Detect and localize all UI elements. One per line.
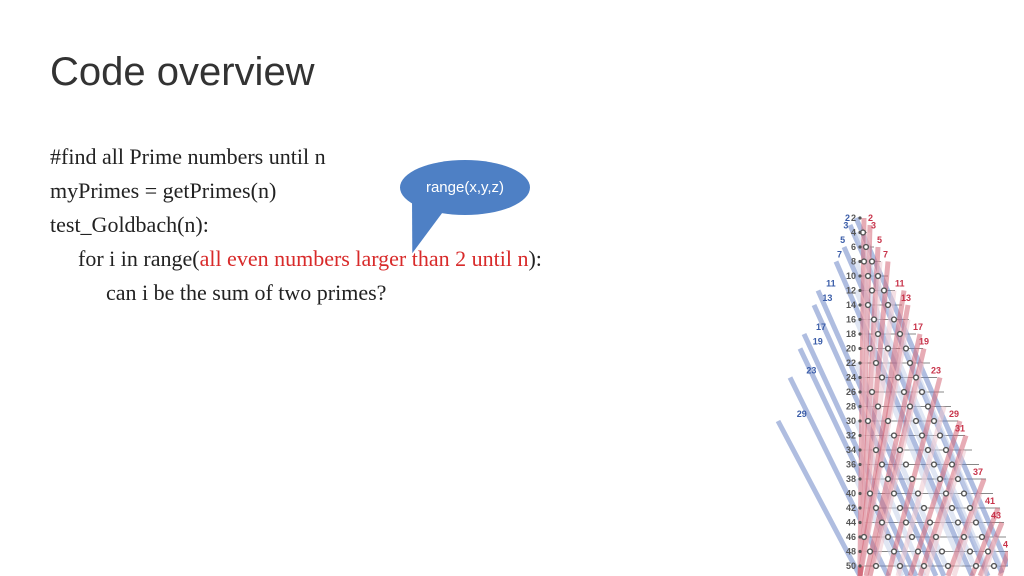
code-line-3: test_Goldbach(n): — [50, 212, 209, 237]
even-label: 34 — [846, 445, 856, 455]
right-prime-label: 41 — [985, 496, 995, 506]
code-line-5: can i be the sum of two primes? — [50, 276, 542, 310]
even-label: 48 — [846, 547, 856, 557]
right-prime-label: 23 — [931, 365, 941, 375]
even-label: 12 — [846, 286, 856, 296]
left-prime-label: 19 — [813, 336, 823, 346]
code-line-2: myPrimes = getPrimes(n) — [50, 178, 276, 203]
right-prime-label: 43 — [991, 510, 1001, 520]
even-label: 32 — [846, 431, 856, 441]
even-label: 22 — [846, 358, 856, 368]
left-prime-label: 7 — [837, 249, 842, 259]
code-line-4a: for i in range( — [78, 246, 200, 271]
even-label: 18 — [846, 329, 856, 339]
left-prime-label: 13 — [822, 293, 832, 303]
even-label: 24 — [846, 373, 856, 383]
right-prime-label: 3 — [871, 220, 876, 230]
left-prime-label: 23 — [806, 365, 816, 375]
even-label: 14 — [846, 300, 856, 310]
left-prime-label: 11 — [826, 278, 836, 288]
even-label: 4 — [851, 228, 856, 238]
even-label: 50 — [846, 561, 856, 571]
even-label: 40 — [846, 489, 856, 499]
even-label: 28 — [846, 402, 856, 412]
right-prime-label: 11 — [895, 278, 905, 288]
even-label: 44 — [846, 518, 856, 528]
code-line-4c: ): — [528, 246, 541, 271]
right-prime-label: 5 — [877, 235, 882, 245]
right-prime-label: 7 — [883, 249, 888, 259]
right-prime-label: 29 — [949, 409, 959, 419]
right-prime-label: 31 — [955, 423, 965, 433]
even-label: 8 — [851, 257, 856, 267]
even-label: 20 — [846, 344, 856, 354]
code-line-4: for i in range(all even numbers larger t… — [50, 242, 542, 276]
left-prime-label: 17 — [816, 322, 826, 332]
even-label: 38 — [846, 474, 856, 484]
right-prime-label: 37 — [973, 467, 983, 477]
even-label: 10 — [846, 271, 856, 281]
even-label: 26 — [846, 387, 856, 397]
callout-label: range(x,y,z) — [400, 160, 530, 215]
left-prime-label: 29 — [797, 409, 807, 419]
goldbach-diagram: 2468101214161820222426283032343638404244… — [748, 206, 1008, 576]
left-prime-label: 3 — [843, 220, 848, 230]
slide-title: Code overview — [50, 50, 315, 95]
left-prime-labels: 2357111317192329 — [797, 213, 850, 419]
even-label: 42 — [846, 503, 856, 513]
code-line-4b: all even numbers larger than 2 until n — [200, 246, 529, 271]
even-label: 46 — [846, 532, 856, 542]
left-prime-label: 5 — [840, 235, 845, 245]
even-label: 30 — [846, 416, 856, 426]
even-label: 16 — [846, 315, 856, 325]
right-prime-label: 47 — [1003, 539, 1008, 549]
code-line-1: #find all Prime numbers until n — [50, 144, 326, 169]
even-label: 36 — [846, 460, 856, 470]
even-label: 6 — [851, 242, 856, 252]
right-prime-label: 17 — [913, 322, 923, 332]
right-prime-label: 13 — [901, 293, 911, 303]
right-prime-label: 19 — [919, 336, 929, 346]
callout-bubble: range(x,y,z) — [400, 160, 530, 215]
slide: Code overview #find all Prime numbers un… — [0, 0, 1024, 576]
even-label: 2 — [851, 213, 856, 223]
